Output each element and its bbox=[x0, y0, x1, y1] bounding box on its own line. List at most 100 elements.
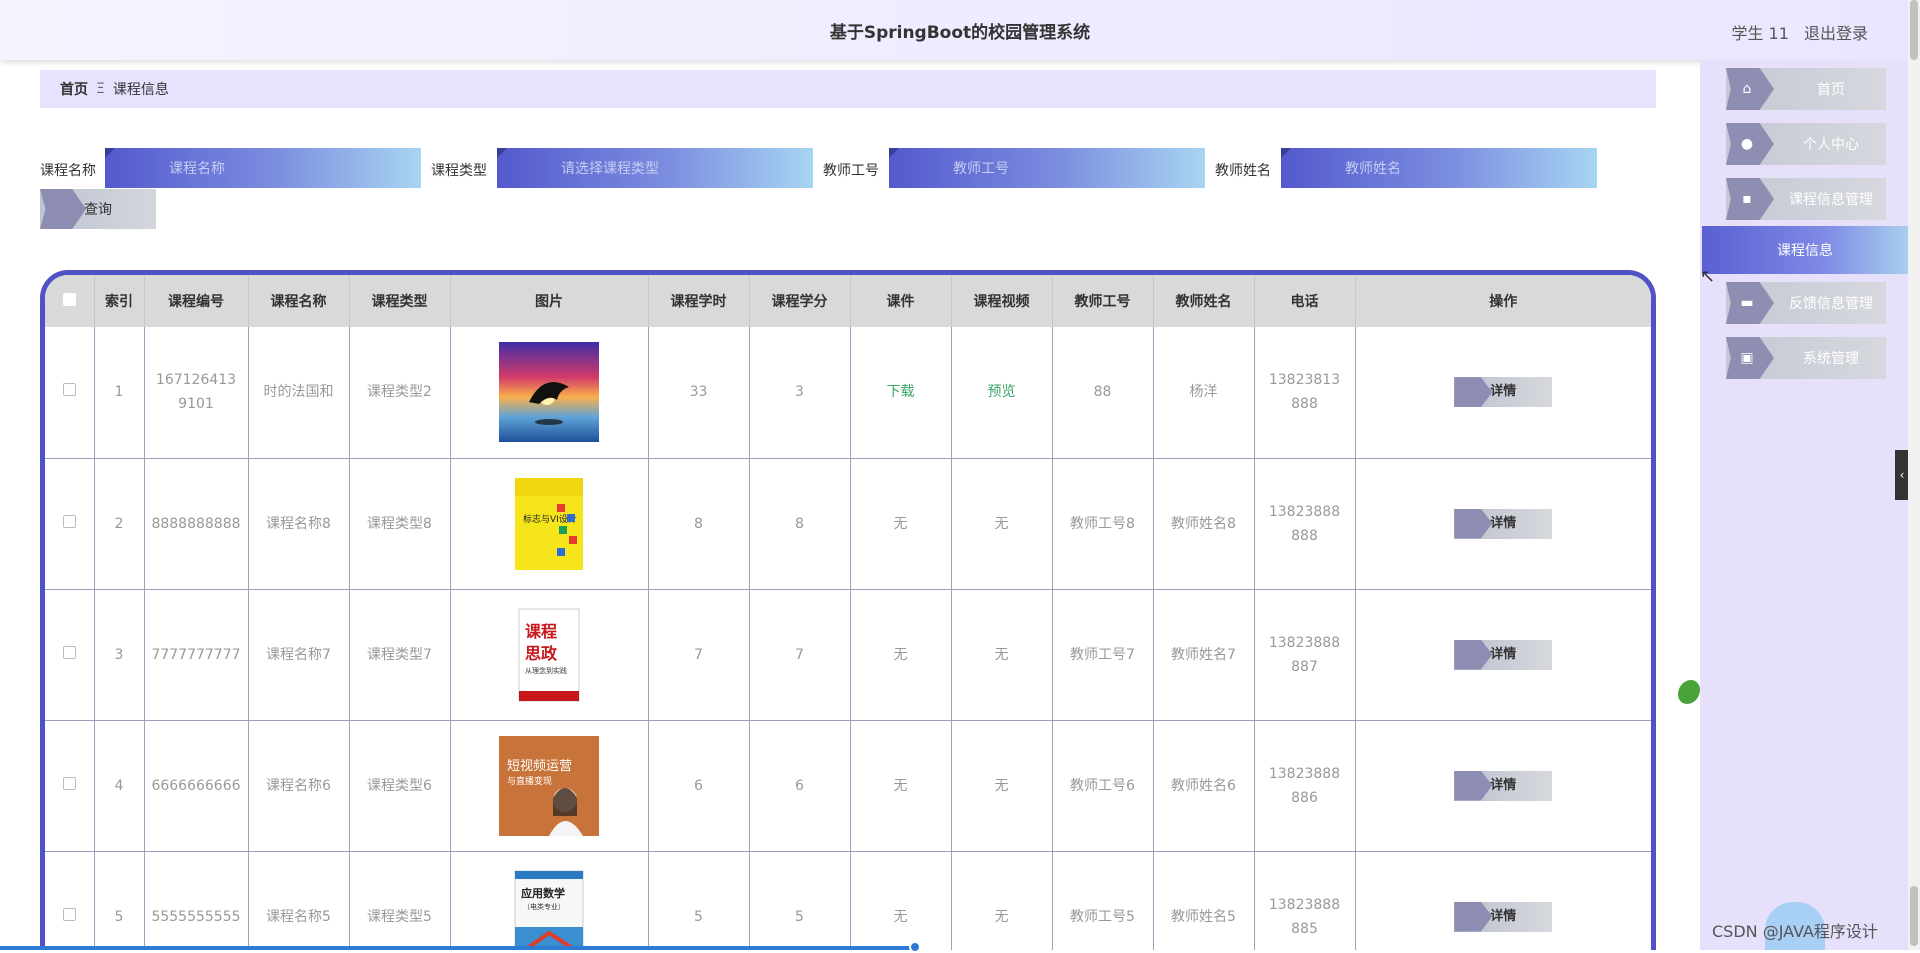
query-arrow-icon bbox=[40, 189, 86, 229]
cell-credits: 8 bbox=[749, 458, 851, 590]
cell-phone: 13823888885 bbox=[1254, 851, 1356, 950]
course-image-book-math[interactable]: 应用数学 （电类专业） bbox=[499, 867, 599, 951]
row-checkbox[interactable] bbox=[62, 645, 76, 659]
row-checkbox[interactable] bbox=[62, 383, 76, 397]
logout-link[interactable]: 退出登录 bbox=[1804, 24, 1868, 43]
detail-arrow-icon bbox=[1454, 639, 1493, 670]
table-row: 2 8888888888 课程名称8 课程类型8 标志与VI设计 8 8 无 无… bbox=[45, 458, 1651, 590]
detail-button[interactable]: 详情 bbox=[1454, 901, 1553, 932]
select-all-cell[interactable] bbox=[45, 275, 95, 327]
cell-type: 课程类型8 bbox=[349, 458, 451, 590]
page-scrollbar[interactable] bbox=[1908, 0, 1920, 950]
teacher-no-placeholder: 教师工号 bbox=[953, 161, 1009, 177]
top-header: 基于SpringBoot的校园管理系统 学生 11 退出登录 bbox=[0, 0, 1920, 60]
home-icon: ⌂ bbox=[1726, 68, 1774, 110]
row-select-cell[interactable] bbox=[45, 589, 95, 721]
cell-code: 1671264139101 bbox=[144, 327, 249, 459]
course-image-book-vi[interactable]: 标志与VI设计 bbox=[499, 474, 599, 574]
detail-button[interactable]: 详情 bbox=[1454, 508, 1553, 539]
cell-name: 课程名称7 bbox=[248, 589, 350, 721]
course-image-book-sizheng[interactable]: 课程 思政 从理念到实践 bbox=[499, 605, 599, 705]
cell-type: 课程类型6 bbox=[349, 720, 451, 852]
detail-arrow-icon bbox=[1454, 377, 1493, 408]
breadcrumb: 首页 Ξ 课程信息 bbox=[40, 70, 1656, 108]
book-title-text: 短视频运营 bbox=[507, 759, 572, 774]
table-row: 4 6666666666 课程名称6 课程类型6 短视频运营 与直播变现 6 6 bbox=[45, 720, 1651, 852]
row-select-cell[interactable] bbox=[45, 327, 95, 459]
detail-label: 详情 bbox=[1490, 777, 1517, 793]
detail-arrow-icon bbox=[1454, 508, 1493, 539]
header-teacher-name: 教师姓名 bbox=[1153, 275, 1255, 327]
sidebar-item-feedback[interactable]: ▬ 反馈信息管理 bbox=[1726, 282, 1886, 324]
row-select-cell[interactable] bbox=[45, 851, 95, 950]
cell-index: 4 bbox=[94, 720, 145, 852]
row-select-cell[interactable] bbox=[45, 720, 95, 852]
header-phone: 电话 bbox=[1254, 275, 1356, 327]
header-image: 图片 bbox=[450, 275, 649, 327]
cell-action: 详情 bbox=[1355, 589, 1651, 721]
cell-index: 1 bbox=[94, 327, 145, 459]
detail-button[interactable]: 详情 bbox=[1454, 770, 1553, 801]
cell-index: 2 bbox=[94, 458, 145, 590]
cell-video: 无 bbox=[951, 851, 1053, 950]
course-name-input[interactable]: 课程名称 bbox=[105, 148, 421, 188]
sidebar-item-course-info[interactable]: 课程信息 bbox=[1702, 226, 1908, 274]
cell-action: 详情 bbox=[1355, 720, 1651, 852]
row-checkbox[interactable] bbox=[62, 907, 76, 921]
breadcrumb-home[interactable]: 首页 bbox=[60, 79, 88, 99]
clipboard-icon: ▣ bbox=[1726, 337, 1774, 379]
query-button[interactable]: 查询 bbox=[40, 189, 156, 229]
cell-code: 5555555555 bbox=[144, 851, 249, 950]
course-image-dolphin[interactable] bbox=[499, 342, 599, 443]
row-select-cell[interactable] bbox=[45, 458, 95, 590]
mouse-cursor-icon: ↖ bbox=[1700, 266, 1716, 287]
cell-phone: 13823888887 bbox=[1254, 589, 1356, 721]
user-icon: ● bbox=[1726, 123, 1774, 165]
cell-teacher-no: 88 bbox=[1052, 327, 1154, 459]
header-video: 课程视频 bbox=[951, 275, 1053, 327]
download-link[interactable]: 下载 bbox=[887, 384, 915, 400]
detail-button[interactable]: 详情 bbox=[1454, 639, 1553, 670]
cell-name: 时的法国和 bbox=[248, 327, 350, 459]
sidebar-item-profile[interactable]: ● 个人中心 bbox=[1726, 123, 1886, 165]
row-checkbox[interactable] bbox=[62, 776, 76, 790]
sidebar-item-system[interactable]: ▣ 系统管理 bbox=[1726, 337, 1886, 379]
cell-image: 标志与VI设计 bbox=[450, 458, 649, 590]
course-name-placeholder: 课程名称 bbox=[169, 161, 225, 177]
user-area: 学生 11 退出登录 bbox=[1721, 20, 1868, 44]
leaf-decor-icon bbox=[1678, 680, 1700, 704]
table-header-row: 索引 课程编号 课程名称 课程类型 图片 课程学时 课程学分 课件 课程视频 教… bbox=[45, 275, 1651, 327]
cell-teacher-name: 杨洋 bbox=[1153, 327, 1255, 459]
cell-courseware: 无 bbox=[850, 720, 952, 852]
cell-phone: 13823888888 bbox=[1254, 458, 1356, 590]
progress-knob[interactable] bbox=[909, 941, 921, 953]
preview-link[interactable]: 预览 bbox=[988, 384, 1016, 400]
collapse-toggle-icon[interactable]: ‹ bbox=[1895, 450, 1909, 500]
progress-bar bbox=[0, 946, 915, 950]
cell-action: 详情 bbox=[1355, 458, 1651, 590]
header-courseware: 课件 bbox=[850, 275, 952, 327]
cell-code: 8888888888 bbox=[144, 458, 249, 590]
scrollbar-thumb-lower[interactable] bbox=[1910, 886, 1918, 946]
teacher-no-label: 教师工号 bbox=[823, 163, 879, 179]
course-image-book-video[interactable]: 短视频运营 与直播变现 bbox=[499, 735, 599, 836]
cell-video: 无 bbox=[951, 589, 1053, 721]
sidebar-item-home[interactable]: ⌂ 首页 bbox=[1726, 68, 1886, 110]
cell-teacher-no: 教师工号8 bbox=[1052, 458, 1154, 590]
scrollbar-thumb[interactable] bbox=[1910, 0, 1918, 60]
header-credits: 课程学分 bbox=[749, 275, 851, 327]
select-all-checkbox[interactable] bbox=[62, 292, 76, 306]
book-word-text: 思政 bbox=[525, 644, 558, 663]
breadcrumb-separator: Ξ bbox=[96, 81, 105, 97]
teacher-name-input[interactable]: 教师姓名 bbox=[1281, 148, 1597, 188]
sidebar-item-course-manage[interactable]: ▪ 课程信息管理 bbox=[1726, 178, 1886, 220]
row-checkbox[interactable] bbox=[62, 514, 76, 528]
cell-courseware: 下载 bbox=[850, 327, 952, 459]
course-type-placeholder: 请选择课程类型 bbox=[561, 161, 659, 177]
input-corner-decor bbox=[497, 148, 507, 158]
course-type-select[interactable]: 请选择课程类型 bbox=[497, 148, 813, 188]
cell-name: 课程名称5 bbox=[248, 851, 350, 950]
teacher-no-input[interactable]: 教师工号 bbox=[889, 148, 1205, 188]
detail-button[interactable]: 详情 bbox=[1454, 377, 1553, 408]
header-type: 课程类型 bbox=[349, 275, 451, 327]
